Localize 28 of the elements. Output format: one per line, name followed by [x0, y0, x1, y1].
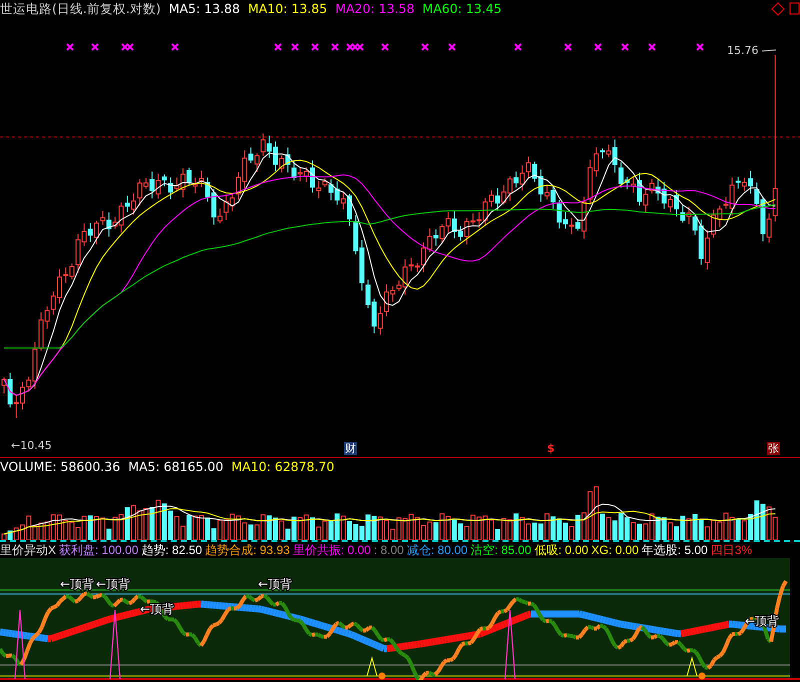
volume-value: VOLUME: 58600.36 [0, 458, 120, 476]
divergence-label: ←顶背 [60, 577, 94, 591]
moving-average-value: MA10: 13.85 [248, 0, 328, 18]
indicator-value: 减仓: 80.00 [406, 542, 468, 558]
high-price-label: 15.76 [726, 44, 760, 57]
event-badge: 财 [344, 442, 357, 455]
divergence-label: ←顶背 [96, 577, 130, 591]
indicator-value: 沽空: 85.00 [470, 542, 532, 558]
indicator-value: 趋势合成: 93.93 [205, 542, 290, 558]
indicator-value: 年选股: 5.00 [642, 542, 708, 558]
volume-value: MA10: 62878.70 [231, 458, 334, 476]
low-price-label: ←10.45 [10, 439, 53, 452]
stock-title: 世运电路(日线.前复权.对数) [0, 0, 161, 18]
moving-average-value: MA60: 13.45 [422, 0, 502, 18]
divergence-label: ←顶背 [258, 577, 292, 591]
moving-average-value: MA5: 13.88 [168, 0, 240, 18]
moving-average-value: MA20: 13.58 [335, 0, 414, 18]
indicator-value: : 8.00 [374, 542, 404, 558]
indicator-value: 里价共振: 0.00 [292, 542, 371, 558]
indicator-value: 获利盘: 100.00 [59, 542, 138, 558]
indicator-name: 里价异动X [0, 542, 56, 558]
volume-value: MA5: 68165.00 [128, 458, 224, 476]
dollar-sign-label: $ [546, 442, 556, 455]
indicator-value: 低吸: 0.00 [534, 542, 588, 558]
indicator-value: XG: 0.00 [591, 542, 639, 558]
indicator-value: 趋势: 82.50 [141, 542, 202, 558]
event-badge: 张 [767, 442, 780, 455]
indicator-value: 四日3% [710, 542, 752, 558]
